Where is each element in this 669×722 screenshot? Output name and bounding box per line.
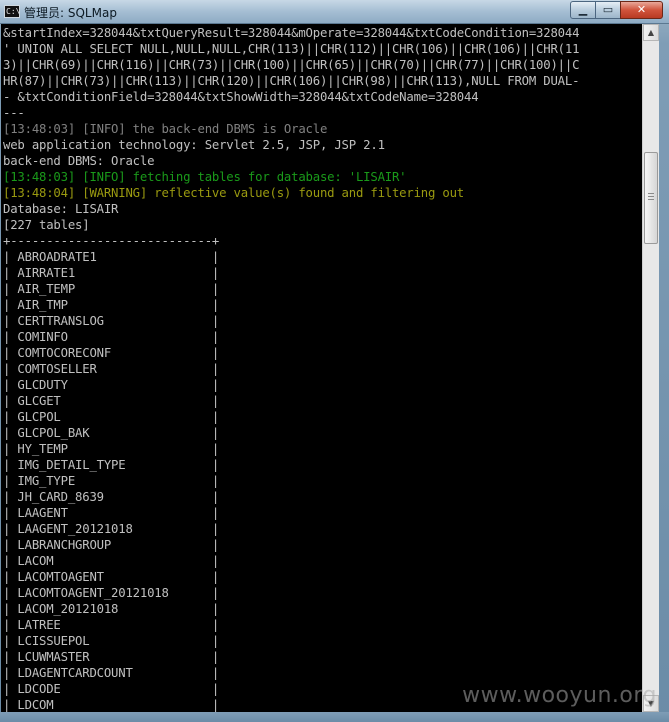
- console-line: | GLCDUTY |: [3, 378, 220, 392]
- console-line: | LABRANCHGROUP |: [3, 538, 220, 552]
- title-bar[interactable]: C:\ 管理员: SQLMap ▁ ▭ ✕: [0, 0, 669, 24]
- console-line: web application technology: Servlet 2.5,…: [3, 138, 385, 152]
- console-line: | LAAGENT |: [3, 506, 220, 520]
- cmd-icon: C:\: [4, 5, 20, 18]
- console-line: ---: [3, 106, 25, 120]
- console-line: | GLCGET |: [3, 394, 220, 408]
- thumb-grip-icon: [648, 199, 654, 200]
- console-line: | AIR_TMP |: [3, 298, 220, 312]
- console-line: | JH_CARD_8639 |: [3, 490, 220, 504]
- console-line: ' UNION ALL SELECT NULL,NULL,NULL,CHR(11…: [3, 42, 580, 56]
- console-line: HR(87)||CHR(73)||CHR(113)||CHR(120)||CHR…: [3, 74, 580, 88]
- vertical-scrollbar[interactable]: ▲ ▼: [642, 24, 659, 712]
- console-line: | AIR_TEMP |: [3, 282, 220, 296]
- close-button[interactable]: ✕: [620, 1, 663, 19]
- console-line: Database: LISAIR: [3, 202, 119, 216]
- console-line: | LATREE |: [3, 618, 220, 632]
- window-bottom-frame: [0, 712, 669, 722]
- console-line: - &txtConditionField=328044&txtShowWidth…: [3, 90, 479, 104]
- thumb-grip-icon: [648, 193, 654, 194]
- console-line: | IMG_TYPE |: [3, 474, 220, 488]
- console-line: [13:48:03] [INFO] the back-end DBMS is O…: [3, 122, 328, 136]
- console-line: | LACOMTOAGENT_20121018 |: [3, 586, 220, 600]
- console-line: | LACOM |: [3, 554, 220, 568]
- window-title: 管理员: SQLMap: [24, 6, 117, 20]
- scroll-thumb[interactable]: [644, 152, 658, 244]
- thumb-grip-icon: [648, 196, 654, 197]
- console-line: [13:48:04] [WARNING] reflective value(s)…: [3, 186, 465, 200]
- window-controls: ▁ ▭ ✕: [570, 1, 663, 19]
- console-line: [13:48:03] [INFO] fetching tables for da…: [3, 170, 407, 184]
- console-lines: &startIndex=328044&txtQueryResult=328044…: [3, 25, 579, 712]
- console-line: | LCUWMASTER |: [3, 650, 220, 664]
- console-line: back-end DBMS: Oracle: [3, 154, 155, 168]
- console-line: | IMG_DETAIL_TYPE |: [3, 458, 220, 472]
- console-line: | COMINFO |: [3, 330, 220, 344]
- console-line: | COMTOSELLER |: [3, 362, 220, 376]
- console-window: C:\ 管理员: SQLMap ▁ ▭ ✕ &startIndex=328044…: [0, 0, 669, 722]
- console-line: | LCISSUEPOL |: [3, 634, 220, 648]
- watermark: www.wooyun.org: [462, 683, 657, 708]
- console-line: | ABROADRATE1 |: [3, 250, 220, 264]
- console-output[interactable]: &startIndex=328044&txtQueryResult=328044…: [1, 24, 642, 712]
- console-line: | COMTOCORECONF |: [3, 346, 220, 360]
- minimize-button[interactable]: ▁: [570, 1, 596, 19]
- console-line: +----------------------------+: [3, 234, 220, 248]
- console-line: [227 tables]: [3, 218, 90, 232]
- console-line: | CERTTRANSLOG |: [3, 314, 220, 328]
- console-line: 3)||CHR(69)||CHR(116)||CHR(73)||CHR(100)…: [3, 58, 580, 72]
- console-line: | LACOM_20121018 |: [3, 602, 220, 616]
- console-line: | HY_TEMP |: [3, 442, 220, 456]
- console-line: | LACOMTOAGENT |: [3, 570, 220, 584]
- maximize-button[interactable]: ▭: [595, 1, 621, 19]
- scroll-up-button[interactable]: ▲: [643, 24, 659, 41]
- console-line: | AIRRATE1 |: [3, 266, 220, 280]
- console-line: | GLCPOL |: [3, 410, 220, 424]
- console-line: | LAAGENT_20121018 |: [3, 522, 220, 536]
- console-line: &startIndex=328044&txtQueryResult=328044…: [3, 26, 580, 40]
- console-line: | GLCPOL_BAK |: [3, 426, 220, 440]
- console-line: | LDAGENTCARDCOUNT |: [3, 666, 220, 680]
